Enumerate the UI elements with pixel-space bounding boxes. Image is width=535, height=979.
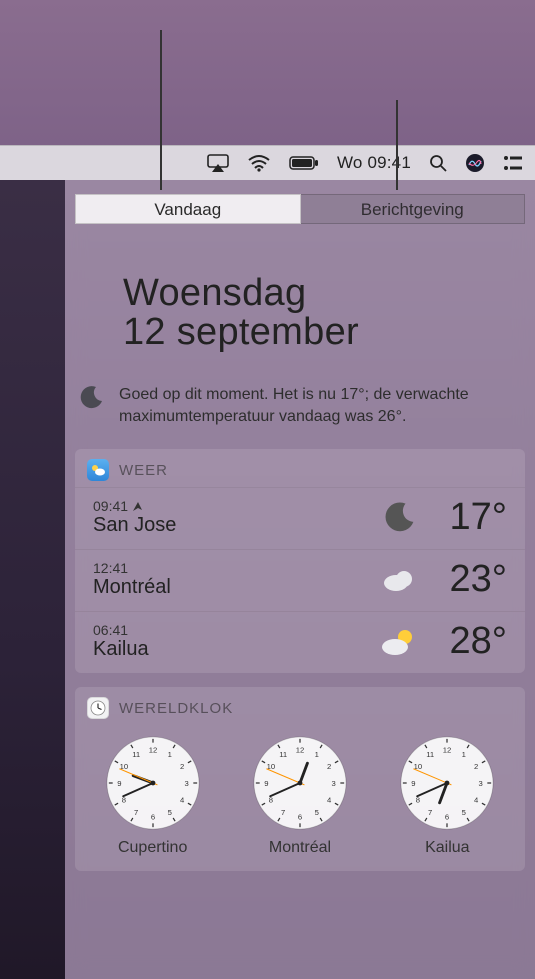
svg-text:1: 1 bbox=[315, 750, 319, 759]
svg-text:8: 8 bbox=[269, 796, 273, 805]
moon-icon bbox=[77, 384, 105, 412]
airplay-icon[interactable] bbox=[207, 154, 229, 172]
svg-text:11: 11 bbox=[132, 750, 140, 759]
weather-row[interactable]: 09:41 San Jose 17° bbox=[75, 487, 525, 549]
svg-text:4: 4 bbox=[327, 796, 332, 805]
world-clock-city: Cupertino bbox=[118, 839, 187, 857]
svg-text:6: 6 bbox=[151, 813, 155, 822]
svg-text:12: 12 bbox=[296, 745, 305, 754]
svg-text:3: 3 bbox=[184, 779, 188, 788]
weather-app-icon bbox=[87, 459, 109, 481]
location-arrow-icon bbox=[132, 501, 143, 512]
tabs-segmented-control: Vandaag Berichtgeving bbox=[75, 194, 525, 224]
weather-city: San Jose bbox=[93, 514, 377, 537]
svg-text:9: 9 bbox=[412, 779, 416, 788]
svg-text:12: 12 bbox=[148, 745, 157, 754]
svg-text:1: 1 bbox=[167, 750, 171, 759]
weather-time: 06:41 bbox=[93, 622, 377, 638]
world-clock-title: WERELDKLOK bbox=[119, 700, 233, 717]
search-icon[interactable] bbox=[429, 154, 447, 172]
notification-center-icon[interactable] bbox=[503, 155, 523, 171]
weather-temp: 28° bbox=[421, 620, 507, 663]
svg-text:7: 7 bbox=[281, 808, 285, 817]
world-clock-widget: WERELDKLOK 121234567891011 Cupertino 121… bbox=[75, 687, 525, 871]
world-clock-item[interactable]: 121234567891011 Kailua bbox=[399, 735, 495, 857]
svg-text:5: 5 bbox=[462, 808, 466, 817]
menubar: Wo 09:41 bbox=[0, 145, 535, 180]
svg-text:3: 3 bbox=[479, 779, 483, 788]
svg-text:11: 11 bbox=[427, 750, 435, 759]
svg-text:9: 9 bbox=[117, 779, 121, 788]
weather-temp: 23° bbox=[421, 558, 507, 601]
svg-text:7: 7 bbox=[134, 808, 138, 817]
svg-text:5: 5 bbox=[167, 808, 171, 817]
svg-text:4: 4 bbox=[180, 796, 185, 805]
world-clock-item[interactable]: 121234567891011 Cupertino bbox=[105, 735, 201, 857]
svg-text:2: 2 bbox=[180, 762, 184, 771]
weather-temp: 17° bbox=[421, 496, 507, 539]
weather-city: Montréal bbox=[93, 576, 377, 599]
date-heading: Woensdag 12 september bbox=[75, 272, 525, 354]
today-summary: Goed op dit moment. Het is nu 17°; de ve… bbox=[75, 384, 525, 427]
world-clock-city: Montréal bbox=[269, 839, 331, 857]
date-label: 12 september bbox=[123, 311, 525, 354]
world-clock-city: Kailua bbox=[425, 839, 469, 857]
siri-icon[interactable] bbox=[465, 153, 485, 173]
svg-text:6: 6 bbox=[445, 813, 449, 822]
svg-text:1: 1 bbox=[462, 750, 466, 759]
svg-text:7: 7 bbox=[428, 808, 432, 817]
tab-today[interactable]: Vandaag bbox=[75, 194, 301, 224]
svg-text:11: 11 bbox=[279, 750, 287, 759]
menubar-clock[interactable]: Wo 09:41 bbox=[337, 153, 411, 173]
svg-text:2: 2 bbox=[327, 762, 331, 771]
svg-text:4: 4 bbox=[474, 796, 479, 805]
svg-text:6: 6 bbox=[298, 813, 302, 822]
weather-time: 12:41 bbox=[93, 560, 377, 576]
svg-text:3: 3 bbox=[331, 779, 335, 788]
svg-text:5: 5 bbox=[315, 808, 319, 817]
battery-icon[interactable] bbox=[289, 156, 319, 170]
wifi-icon[interactable] bbox=[247, 154, 271, 172]
weather-row[interactable]: 06:41 Kailua 28° bbox=[75, 611, 525, 673]
clock-app-icon bbox=[87, 697, 109, 719]
world-clock-header: WERELDKLOK bbox=[75, 687, 525, 725]
cloud-icon bbox=[377, 567, 421, 593]
tab-notifications[interactable]: Berichtgeving bbox=[301, 194, 526, 224]
desktop-background-strip bbox=[0, 180, 65, 979]
svg-text:8: 8 bbox=[416, 796, 420, 805]
weather-widget-header: WEER bbox=[75, 449, 525, 487]
summary-text: Goed op dit moment. Het is nu 17°; de ve… bbox=[119, 384, 519, 427]
moon-icon bbox=[377, 501, 421, 535]
world-clock-item[interactable]: 121234567891011 Montréal bbox=[252, 735, 348, 857]
svg-text:2: 2 bbox=[474, 762, 478, 771]
weekday-label: Woensdag bbox=[123, 272, 525, 315]
svg-text:8: 8 bbox=[121, 796, 125, 805]
svg-text:12: 12 bbox=[443, 745, 452, 754]
weather-widget-title: WEER bbox=[119, 462, 168, 479]
notification-center-panel: Vandaag Berichtgeving Woensdag 12 septem… bbox=[65, 180, 535, 979]
partly-sunny-icon bbox=[377, 627, 421, 657]
weather-time: 09:41 bbox=[93, 498, 377, 514]
weather-widget: WEER 09:41 San Jose 17° 12:41 Montréal bbox=[75, 449, 525, 673]
weather-city: Kailua bbox=[93, 638, 377, 661]
weather-row[interactable]: 12:41 Montréal 23° bbox=[75, 549, 525, 611]
svg-text:9: 9 bbox=[264, 779, 268, 788]
